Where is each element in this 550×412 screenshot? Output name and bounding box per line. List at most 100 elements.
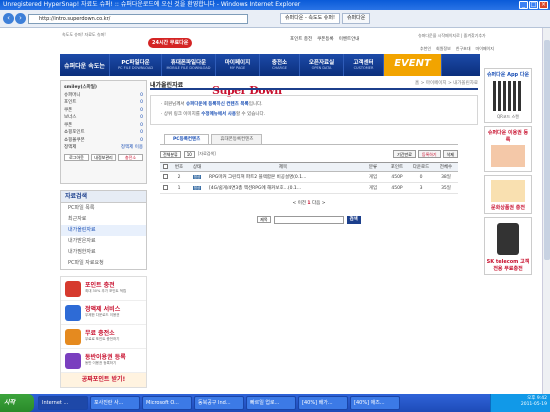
address-bar[interactable]: http://intro.superdown.co.kr/ [28,14,248,24]
taskbar-item[interactable]: [40%] 애즈... [350,396,400,410]
search-field-select[interactable]: 제목 [257,216,271,223]
my-info-button[interactable]: 내정보관리 [91,153,116,161]
filter-search-link[interactable]: [자료검색] [198,151,216,157]
site-logo[interactable]: 속도도 슈퍼! 자료도 슈퍼! Super Down [62,32,282,97]
select-all-header[interactable] [160,162,170,172]
user-stat-value[interactable]: 0 [140,137,143,145]
nav-mypage[interactable]: 마이페이지 MY PAGE [216,54,260,76]
page-size-select[interactable]: 10 [183,150,195,158]
culture-gift-banner[interactable]: 문화상품권 충전 [484,175,532,214]
sk-telecom-banner[interactable]: SK telecom 고객전용 무료충전 [484,217,532,275]
card-icon [65,353,81,369]
user-stat-value[interactable]: 0 [140,129,143,137]
hot-badge[interactable]: 24시간 무료다운 [148,38,193,48]
logout-button[interactable]: 로그아웃 [64,153,89,161]
promo-list: 포인트 충전 최대 30% 추가 포인트 적립 정액제 서비스 무제한 다운로드 이… [60,276,147,388]
table-row[interactable]: 1 정상 [4G/쉽게/4면3총 액션RPG에 해커보호...(0.1... 게… [160,182,458,194]
user-stat-value[interactable]: 0 [140,122,143,130]
promo-flatrate[interactable]: 정액제 서비스 무제한 다운로드 이용권 [61,301,146,325]
app-download-banner[interactable]: 슈퍼다운 App 다운 QR코드 스캔 [484,68,532,123]
category-select[interactable]: 전체분류 [160,150,181,158]
top-link-mypage[interactable]: 마이페이지 [476,46,494,52]
user-stat-value[interactable]: 정액제 이용 [121,144,143,152]
category-item-active[interactable]: 내가올린자료 [61,225,146,236]
status-badge: 정상 [192,185,202,190]
current-page[interactable]: 1 [307,201,310,206]
category-item[interactable]: PC파일 목록 [61,203,146,214]
top-link-invite[interactable]: 친구초대 [456,46,471,52]
select-all-checkbox[interactable] [162,163,168,169]
user-stat-value[interactable]: 0 [140,99,143,107]
taskbar-item[interactable]: 빠르일 업로... [246,396,296,410]
nav-mobile-download[interactable]: 휴대폰파일다운 MOBILE FILE DOWNLOAD [162,54,216,76]
row-title-link[interactable]: [4G/쉽게/4면3총 액션RPG에 해커보호...(0.1... [206,182,360,194]
register-button[interactable]: 등록하기 [417,150,441,158]
close-button[interactable]: × [539,1,548,9]
browser-tab-2[interactable]: 슈퍼다운 [341,13,371,24]
top-link-referral[interactable]: 추천인 [420,46,431,52]
browser-tab-1[interactable]: 슈퍼다운 - 속도도 슈퍼! [280,13,340,24]
forward-icon[interactable]: › [15,13,26,24]
row-checkbox[interactable] [162,184,168,190]
breadcrumb: 홈 > 마이페이지 > 내가올린자료 [415,81,478,86]
info-text: 입니다. [248,102,263,107]
nav-speed[interactable]: 슈퍼다운 속도는 [60,54,110,76]
promo-companion[interactable]: 동반이용권 등록 동반 이용권 등록하기 [61,349,146,373]
taskbar-item[interactable]: 동북공구 Ind... [194,396,244,410]
taskbar-item[interactable]: Microsoft O... [142,396,192,410]
row-title-link[interactable]: RPG마커 그린티져 파트2 블랙합본 비공설명(0.1... [206,171,360,183]
top-link-event[interactable]: 이벤트안내 [339,36,360,42]
free-point-banner[interactable]: 공짜포인트 받기! [61,373,146,387]
user-stat-label: 쿠폰 [64,122,73,128]
user-stat-value[interactable]: 0 [140,114,143,122]
promo-point[interactable]: 포인트 충전 최대 30% 추가 포인트 적립 [61,277,146,301]
category-item[interactable]: 내가찜한자료 [61,247,146,258]
category-item[interactable]: 최근자료 [61,214,146,225]
table-row[interactable]: 2 정상 RPG마커 그린티져 파트2 블랙합본 비공설명(0.1... 게임 … [160,171,458,183]
delete-button[interactable]: 삭제 [442,150,458,158]
charge-button[interactable]: 충전소 [118,153,143,161]
next-page-link[interactable]: 다음 > [312,201,325,206]
start-page-note[interactable]: 슈퍼다운을 시작페이지로 | 즐겨찾기추가 [418,33,486,39]
event-banner[interactable]: EVENT [384,54,442,76]
expired-button[interactable]: 기간만료 [393,150,416,158]
prev-page-link[interactable]: < 이전 [293,201,306,206]
top-link-coupon[interactable]: 쿠폰등록 [317,36,334,42]
start-button[interactable]: 시작 [0,394,34,412]
maximize-button[interactable]: □ [529,1,538,9]
nav-pc-download[interactable]: PC파일다운 PC FILE DOWNLOAD [110,54,162,76]
info-highlight: 수정메뉴에서 사용 [201,112,236,117]
top-link-point[interactable]: 포인트 충전 [290,36,312,42]
nav-customer[interactable]: 고객센터 CUSTOMER [344,54,384,76]
category-item[interactable]: 내가받은자료 [61,236,146,247]
row-check-cell[interactable] [160,171,170,183]
page-scrollbar[interactable] [542,28,550,394]
taskbar-item[interactable]: [40%] 배가... [298,396,348,410]
tab-mobile-contents[interactable]: 휴대폰등록컨텐츠 [211,134,263,144]
taskbar-item-ie[interactable]: Internet ... [38,396,88,410]
user-stat-value[interactable]: 0 [140,107,143,115]
row-number: 2 [170,171,188,183]
tab-pc-contents[interactable]: PC등록컨텐츠 [164,134,210,144]
row-number: 1 [170,182,188,194]
user-stat-value[interactable]: 0 [140,92,143,100]
promo-free-charge[interactable]: 무료 충전소 무료로 포인트 충전하기 [61,325,146,349]
minimize-button[interactable]: _ [519,1,528,9]
content-list: 전체분류 10 [자료검색] 기간만료 등록하기 삭제 번호 상태 제목 분류 [160,144,458,224]
top-link-member-info[interactable]: 회원정보 [436,46,451,52]
banner-sub: QR코드 스캔 [497,114,519,119]
row-check-cell[interactable] [160,182,170,194]
category-item[interactable]: PC파일 자료요청 [61,258,146,269]
nav-open-data[interactable]: 오픈자료실 OPEN DATA [300,54,344,76]
back-icon[interactable]: ‹ [3,13,14,24]
voucher-banner[interactable]: 슈퍼다운 이용권 등록 [484,126,532,172]
row-checkbox[interactable] [162,173,168,179]
scrollbar-thumb[interactable] [544,40,550,260]
clock-date: 2011-05-19 [520,402,547,407]
search-input[interactable] [273,216,344,224]
info-box: · 회원님께서 슈퍼다운에 등록하신 컨텐츠 목록입니다. · 상위 링크 이미… [150,95,478,125]
taskbar-item[interactable]: 포사진란 사... [90,396,140,410]
nav-charge[interactable]: 충전소 CHARGE [260,54,300,76]
web-page: 속도도 슈퍼! 자료도 슈퍼! Super Down 24시간 무료다운 슈퍼다… [0,28,550,394]
search-button[interactable]: 검색 [346,216,361,224]
